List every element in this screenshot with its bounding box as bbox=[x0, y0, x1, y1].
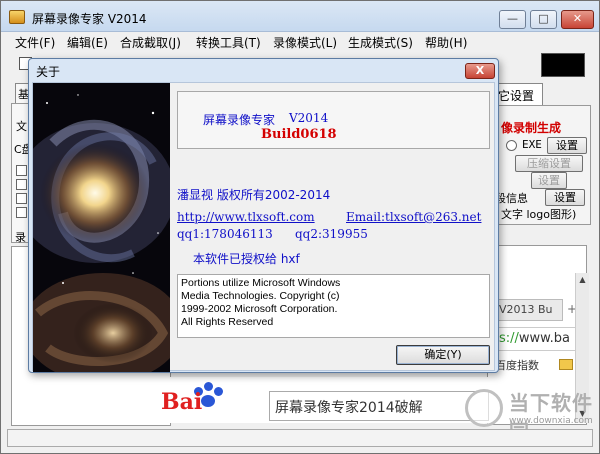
baidu-paw-toe-2 bbox=[204, 382, 213, 391]
minimize-button[interactable]: — bbox=[499, 10, 526, 29]
exe-radio[interactable] bbox=[506, 140, 517, 151]
menu-compose[interactable]: 合成截取(J) bbox=[120, 34, 181, 51]
email-link[interactable]: Email:tlxsoft@263.net bbox=[346, 210, 481, 224]
compress-settings-button[interactable]: 压缩设置 bbox=[515, 155, 583, 172]
app-icon bbox=[9, 10, 25, 24]
about-dialog: 关于 X 屏幕录像专家 V2014 Build0618 潘显视 版权所有2002… bbox=[28, 58, 499, 373]
baidu-paw-icon bbox=[201, 395, 215, 407]
ok-button[interactable]: 确定(Y) bbox=[396, 345, 490, 365]
info-label: 段信息 bbox=[495, 192, 528, 205]
favorite-link[interactable]: 百度指数 bbox=[495, 357, 539, 373]
notice-line: Media Technologies. Copyright (c) bbox=[181, 290, 340, 302]
about-dialog-titlebar[interactable]: 关于 X bbox=[29, 59, 498, 81]
menu-edit[interactable]: 编辑(E) bbox=[67, 34, 108, 51]
app-name: 屏幕录像专家 bbox=[203, 113, 276, 127]
browser-tab[interactable]: V2013 Bu bbox=[495, 299, 563, 321]
menubar: 文件(F) 编辑(E) 合成截取(J) 转换工具(T) 录像模式(L) 生成模式… bbox=[1, 32, 599, 52]
baidu-paw-toe-3 bbox=[214, 387, 223, 396]
option-checkbox-4[interactable] bbox=[16, 207, 27, 218]
logo-option-label: 文字 logo图形) bbox=[501, 208, 577, 221]
license-text: 本软件已授权给 hxf bbox=[193, 252, 300, 266]
tab-other-settings[interactable]: 它设置 bbox=[495, 83, 543, 105]
exe-settings-button[interactable]: 设置 bbox=[547, 137, 587, 154]
option-checkbox-3[interactable] bbox=[16, 193, 27, 204]
menu-record-mode[interactable]: 录像模式(L) bbox=[273, 34, 337, 51]
left-label-file: 文 bbox=[16, 120, 27, 133]
website-link[interactable]: http://www.tlxsoft.com bbox=[177, 210, 315, 224]
notice-line: Portions utilize Microsoft Windows bbox=[181, 277, 341, 289]
preview-black-box bbox=[541, 53, 585, 77]
maximize-button[interactable]: □ bbox=[530, 10, 557, 29]
option-checkbox-2[interactable] bbox=[16, 179, 27, 190]
main-window-title: 屏幕录像专家 V2014 bbox=[32, 12, 147, 26]
status-bar bbox=[7, 429, 593, 447]
ms-notice-box: Portions utilize Microsoft Windows Media… bbox=[177, 274, 490, 338]
qq2-text: qq2:319955 bbox=[295, 227, 368, 241]
menu-help[interactable]: 帮助(H) bbox=[425, 34, 467, 51]
menu-generate-mode[interactable]: 生成模式(S) bbox=[348, 34, 413, 51]
browser-address-bar[interactable]: s://www.ba bbox=[495, 327, 579, 351]
record-generate-label: 像录制生成 bbox=[501, 121, 562, 135]
about-close-button[interactable]: X bbox=[465, 63, 495, 79]
copyright-text: 潘显视 版权所有2002-2014 bbox=[177, 188, 331, 202]
main-titlebar[interactable]: 屏幕录像专家 V2014 — □ ✕ bbox=[1, 1, 599, 32]
about-dialog-title: 关于 bbox=[36, 65, 61, 79]
close-button[interactable]: ✕ bbox=[561, 10, 594, 29]
notice-line: 1999-2002 Microsoft Corporation. bbox=[181, 303, 338, 315]
option-checkbox-1[interactable] bbox=[16, 165, 27, 176]
left-label-record: 录 bbox=[15, 231, 26, 244]
menu-convert-tools[interactable]: 转换工具(T) bbox=[196, 34, 261, 51]
folder-icon bbox=[559, 359, 573, 370]
baidu-logo: Bai bbox=[161, 389, 203, 415]
menu-file[interactable]: 文件(F) bbox=[15, 34, 55, 51]
scroll-up-icon[interactable]: ▲ bbox=[577, 275, 588, 285]
app-build: Build0618 bbox=[261, 127, 337, 142]
galaxy-image bbox=[33, 83, 170, 372]
info-settings-button[interactable]: 设置 bbox=[545, 189, 585, 206]
notice-line: All Rights Reserved bbox=[181, 316, 274, 328]
url-scheme: s:// bbox=[499, 331, 519, 346]
baidu-search-input[interactable]: 屏幕录像专家2014破解 bbox=[269, 391, 489, 421]
url-host: www.ba bbox=[518, 331, 570, 346]
exe-label: EXE bbox=[522, 138, 542, 151]
about-dialog-body: 屏幕录像专家 V2014 Build0618 潘显视 版权所有2002-2014… bbox=[32, 82, 495, 372]
watermark-logo-icon bbox=[465, 389, 503, 427]
qq1-text: qq1:178046113 bbox=[177, 227, 273, 241]
watermark-url: www.downxia.com bbox=[509, 416, 593, 426]
settings-button-disabled[interactable]: 设置 bbox=[531, 172, 567, 189]
app-version: V2014 bbox=[289, 111, 329, 125]
